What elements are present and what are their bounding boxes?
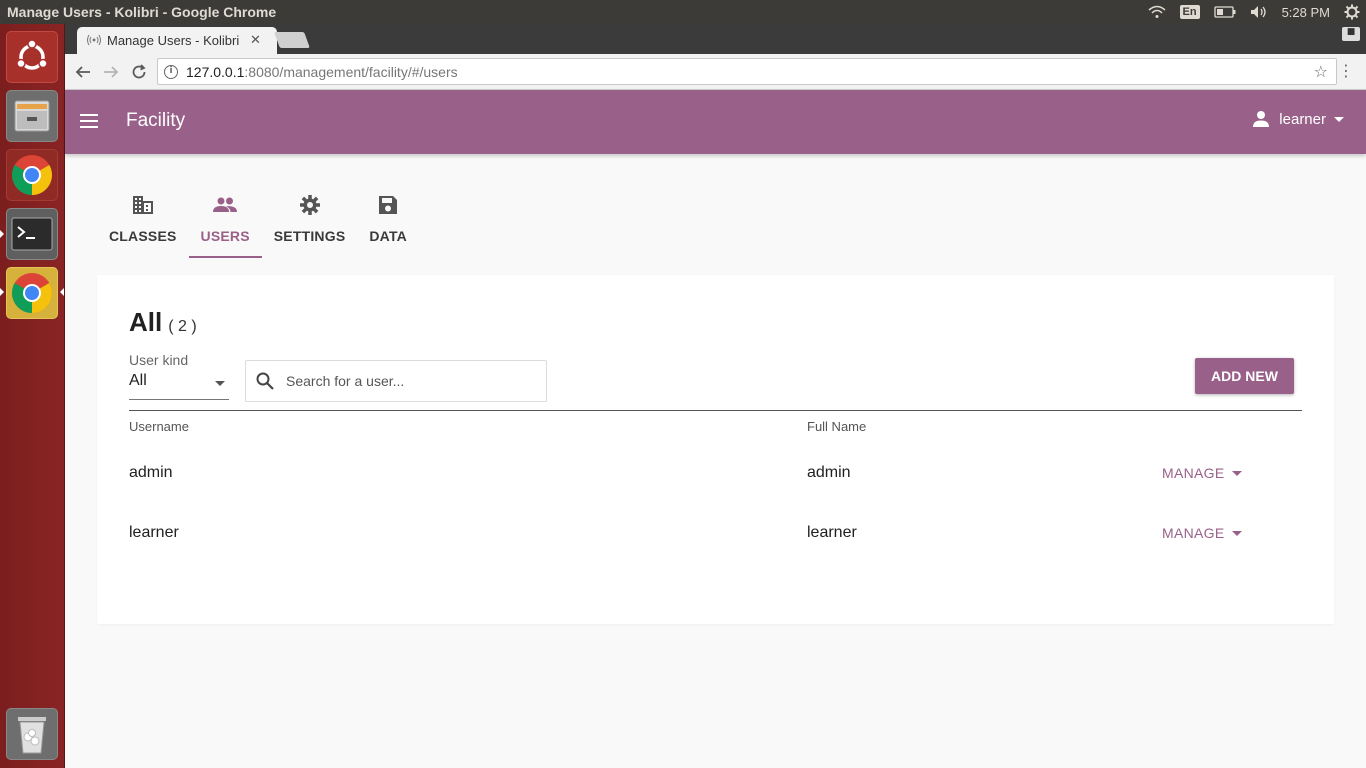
- gear-icon: [299, 190, 321, 220]
- username-cell: learner: [129, 524, 179, 541]
- users-heading: All ( 2 ): [129, 307, 197, 338]
- page-title: Facility: [126, 110, 186, 131]
- manage-label: MANAGE: [1162, 525, 1225, 541]
- chevron-down-icon: [215, 381, 225, 386]
- user-count: ( 2 ): [168, 318, 197, 335]
- users-card: All ( 2 ) User kind All ADD NEW Username…: [97, 275, 1334, 624]
- table-row: admin admin MANAGE: [129, 464, 1302, 524]
- browser-toolbar: i 127.0.0.1:8080/management/facility/#/u…: [65, 54, 1366, 90]
- running-indicator: [0, 288, 4, 296]
- manage-label: MANAGE: [1162, 465, 1225, 481]
- browser-tab[interactable]: Manage Users - Kolibri ✕: [77, 27, 277, 54]
- url-text: 127.0.0.1:8080/management/facility/#/use…: [186, 64, 458, 80]
- tab-settings[interactable]: SETTINGS: [262, 190, 358, 258]
- system-top-panel: Manage Users - Kolibri - Google Chrome E…: [0, 0, 1366, 24]
- new-tab-button[interactable]: [274, 32, 310, 48]
- wifi-icon[interactable]: [1148, 5, 1166, 19]
- search-input[interactable]: [286, 373, 536, 389]
- user-kind-select[interactable]: User kind All: [129, 352, 229, 400]
- profile-icon[interactable]: ■: [1342, 27, 1360, 41]
- save-icon: [378, 190, 398, 220]
- tab-users[interactable]: USERS: [188, 190, 262, 258]
- user-kind-label: User kind: [129, 352, 189, 368]
- heading-title: All: [129, 307, 163, 337]
- chevron-down-icon: [1232, 530, 1243, 536]
- full-name-cell: admin: [807, 464, 851, 481]
- tab-title: Manage Users - Kolibri: [107, 33, 240, 48]
- tab-classes[interactable]: CLASSES: [97, 190, 189, 258]
- ubuntu-dash-icon[interactable]: [6, 31, 58, 83]
- chevron-down-icon: [1232, 470, 1243, 476]
- settings-gear-icon[interactable]: [1344, 4, 1360, 20]
- files-icon[interactable]: [6, 90, 58, 142]
- table-divider: [129, 410, 1302, 411]
- clock[interactable]: 5:28 PM: [1282, 5, 1330, 20]
- column-header-username: Username: [129, 419, 189, 434]
- chrome-icon[interactable]: [6, 149, 58, 201]
- window-title: Manage Users - Kolibri - Google Chrome: [7, 4, 277, 20]
- url-path: :8080/management/facility/#/users: [244, 63, 458, 80]
- broadcast-icon: [87, 31, 101, 50]
- tab-label: SETTINGS: [273, 228, 346, 244]
- terminal-icon[interactable]: [6, 208, 58, 260]
- username-cell: admin: [129, 464, 173, 481]
- keyboard-layout-label: En: [1179, 5, 1200, 19]
- tab-label: CLASSES: [109, 228, 177, 244]
- search-icon: [256, 372, 274, 390]
- reload-icon[interactable]: [128, 61, 150, 83]
- tab-label: DATA: [369, 228, 407, 244]
- table-row: learner learner MANAGE: [129, 524, 1302, 584]
- battery-icon[interactable]: [1213, 6, 1236, 18]
- focused-indicator: [60, 288, 64, 296]
- tab-data[interactable]: DATA: [357, 190, 419, 258]
- hamburger-menu-icon[interactable]: [80, 114, 98, 128]
- full-name-cell: learner: [807, 524, 857, 541]
- forward-icon[interactable]: [100, 61, 122, 83]
- search-box: [245, 360, 547, 402]
- url-host: 127.0.0.1: [186, 63, 245, 80]
- app-bar: Facility learner: [65, 90, 1366, 154]
- add-new-button[interactable]: ADD NEW: [1195, 358, 1294, 394]
- browser-tab-strip: Manage Users - Kolibri ✕ ■: [65, 24, 1366, 54]
- chrome-menu-icon[interactable]: ⋮: [1338, 62, 1354, 80]
- running-indicator: [0, 230, 4, 238]
- manage-button[interactable]: MANAGE: [1162, 465, 1243, 481]
- building-icon: [132, 190, 154, 220]
- address-bar[interactable]: i 127.0.0.1:8080/management/facility/#/u…: [157, 58, 1337, 85]
- keyboard-layout-indicator[interactable]: En: [1179, 5, 1200, 19]
- info-icon[interactable]: i: [164, 64, 178, 79]
- user-kind-value: All: [129, 372, 147, 389]
- volume-icon[interactable]: [1250, 5, 1268, 19]
- column-header-full-name: Full Name: [807, 419, 867, 434]
- chrome-active-icon[interactable]: [6, 267, 58, 319]
- user-menu-button[interactable]: learner: [1252, 110, 1344, 128]
- trash-icon[interactable]: [6, 708, 58, 760]
- chevron-down-icon: [1334, 116, 1344, 122]
- tab-label: USERS: [200, 228, 250, 244]
- system-tray: En 5:28 PM: [1148, 0, 1366, 24]
- close-icon[interactable]: ✕: [250, 33, 261, 48]
- people-icon: [213, 190, 238, 220]
- facility-tabs: CLASSES USERS SETTINGS DATA: [97, 190, 419, 260]
- user-name: learner: [1279, 110, 1326, 128]
- launcher: [0, 24, 65, 768]
- back-icon[interactable]: [72, 61, 94, 83]
- person-icon: [1252, 110, 1270, 128]
- bookmark-star-icon[interactable]: ☆: [1314, 62, 1328, 81]
- manage-button[interactable]: MANAGE: [1162, 525, 1243, 541]
